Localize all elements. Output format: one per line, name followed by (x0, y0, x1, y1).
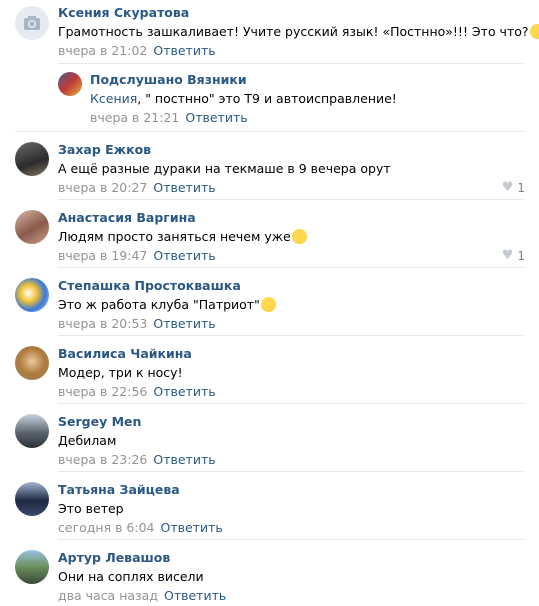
comment-text: Это ж работа клуба "Патриот" (58, 297, 276, 312)
comment-text: Ксения, " постнно" это Т9 и автоисправле… (90, 91, 397, 106)
comment-meta: вчера в 19:47 Ответить (58, 248, 307, 263)
like-button[interactable]: ♥ 1 (502, 248, 525, 263)
comment-text: Людям просто заняться нечем уже (58, 229, 307, 244)
comment-text-content: , " постнно" это Т9 и автоисправление! (137, 91, 397, 106)
comment-item: Артур Левашов Они на соплях висели два ч… (0, 540, 539, 606)
reply-link[interactable]: Ответить (164, 588, 226, 603)
like-button[interactable]: ♥ 1 (502, 180, 525, 195)
comment-time[interactable]: вчера в 23:26 (58, 452, 147, 467)
comment-author[interactable]: Подслушано Вязники (90, 72, 397, 87)
comment-text-content: Людям просто заняться нечем уже (58, 229, 291, 244)
comment-item: Татьяна Зайцева Это ветер сегодня в 6:04… (0, 472, 539, 540)
comment-item: Анастасия Варгина Людям просто заняться … (0, 200, 539, 268)
comment-time[interactable]: вчера в 21:02 (58, 43, 147, 58)
avatar[interactable] (15, 550, 49, 584)
comment-time[interactable]: вчера в 20:53 (58, 316, 147, 331)
avatar[interactable] (15, 414, 49, 448)
comment-text: Они на соплях висели (58, 569, 204, 584)
comment-time[interactable]: вчера в 22:56 (58, 384, 147, 399)
comment-text-content: Грамотность зашкаливает! Учите русский я… (58, 24, 529, 39)
avatar[interactable] (58, 72, 82, 96)
comment-reply-item: Подслушано Вязники Ксения, " постнно" эт… (0, 64, 539, 132)
like-count: 1 (517, 248, 525, 263)
avatar[interactable] (15, 482, 49, 516)
heart-icon: ♥ (501, 248, 514, 263)
camera-icon (24, 16, 40, 30)
avatar[interactable] (15, 346, 49, 380)
avatar[interactable] (15, 278, 49, 312)
reply-link[interactable]: Ответить (153, 384, 215, 399)
comment-meta: два часа назад Ответить (58, 588, 226, 603)
comment-time[interactable]: сегодня в 6:04 (58, 520, 155, 535)
avatar-placeholder[interactable] (15, 6, 49, 40)
comment-meta: вчера в 23:26 Ответить (58, 452, 216, 467)
comment-time[interactable]: два часа назад (58, 588, 158, 603)
comment-meta: вчера в 20:27 Ответить (58, 180, 391, 195)
reply-link[interactable]: Ответить (161, 520, 223, 535)
avatar[interactable] (15, 142, 49, 176)
reply-link[interactable]: Ответить (153, 452, 215, 467)
comment-meta: вчера в 22:56 Ответить (58, 384, 216, 399)
comment-meta: вчера в 20:53 Ответить (58, 316, 276, 331)
comment-author[interactable]: Sergey Men (58, 414, 216, 429)
comment-text: Грамотность зашкаливает! Учите русский я… (58, 24, 539, 39)
comment-meta: вчера в 21:21 Ответить (90, 110, 397, 125)
comment-text: А ещё разные дураки на текмаше в 9 вечер… (58, 161, 391, 176)
comment-author[interactable]: Артур Левашов (58, 550, 226, 565)
comment-author[interactable]: Захар Ежков (58, 142, 391, 157)
comment-meta: сегодня в 6:04 Ответить (58, 520, 223, 535)
comment-text-content: Это ж работа клуба "Патриот" (58, 297, 260, 312)
comment-author[interactable]: Ксения Скуратова (58, 5, 539, 20)
comment-time[interactable]: вчера в 21:21 (90, 110, 179, 125)
heart-icon: ♥ (501, 180, 514, 195)
reply-link[interactable]: Ответить (153, 43, 215, 58)
comment-time[interactable]: вчера в 20:27 (58, 180, 147, 195)
comment-author[interactable]: Татьяна Зайцева (58, 482, 223, 497)
comment-item: Василиса Чайкина Модер, три к носу! вчер… (0, 336, 539, 404)
comment-author[interactable]: Степашка Простоквашка (58, 278, 276, 293)
comment-text: Модер, три к носу! (58, 365, 183, 380)
reply-to-link[interactable]: Ксения (90, 91, 137, 106)
comment-text: Дебилам (58, 433, 117, 448)
comment-author[interactable]: Анастасия Варгина (58, 210, 307, 225)
like-count: 1 (517, 180, 525, 195)
comment-author[interactable]: Василиса Чайкина (58, 346, 216, 361)
comment-item: Ксения Скуратова Грамотность зашкаливает… (0, 0, 539, 64)
reply-link[interactable]: Ответить (153, 180, 215, 195)
face-with-open-mouth-emoji-icon (291, 229, 307, 244)
comment-item: Степашка Простоквашка Это ж работа клуба… (0, 268, 539, 336)
comment-meta: вчера в 21:02 Ответить (58, 43, 539, 58)
screaming-face-emoji-icon (529, 24, 539, 39)
avatar[interactable] (15, 210, 49, 244)
reply-link[interactable]: Ответить (153, 248, 215, 263)
comment-text: Это ветер (58, 501, 124, 516)
comment-item: Захар Ежков А ещё разные дураки на текма… (0, 132, 539, 200)
comment-time[interactable]: вчера в 19:47 (58, 248, 147, 263)
reply-link[interactable]: Ответить (153, 316, 215, 331)
comment-item: Sergey Men Дебилам вчера в 23:26 Ответить (0, 404, 539, 472)
rofl-face-emoji-icon (260, 297, 276, 312)
reply-link[interactable]: Ответить (185, 110, 247, 125)
